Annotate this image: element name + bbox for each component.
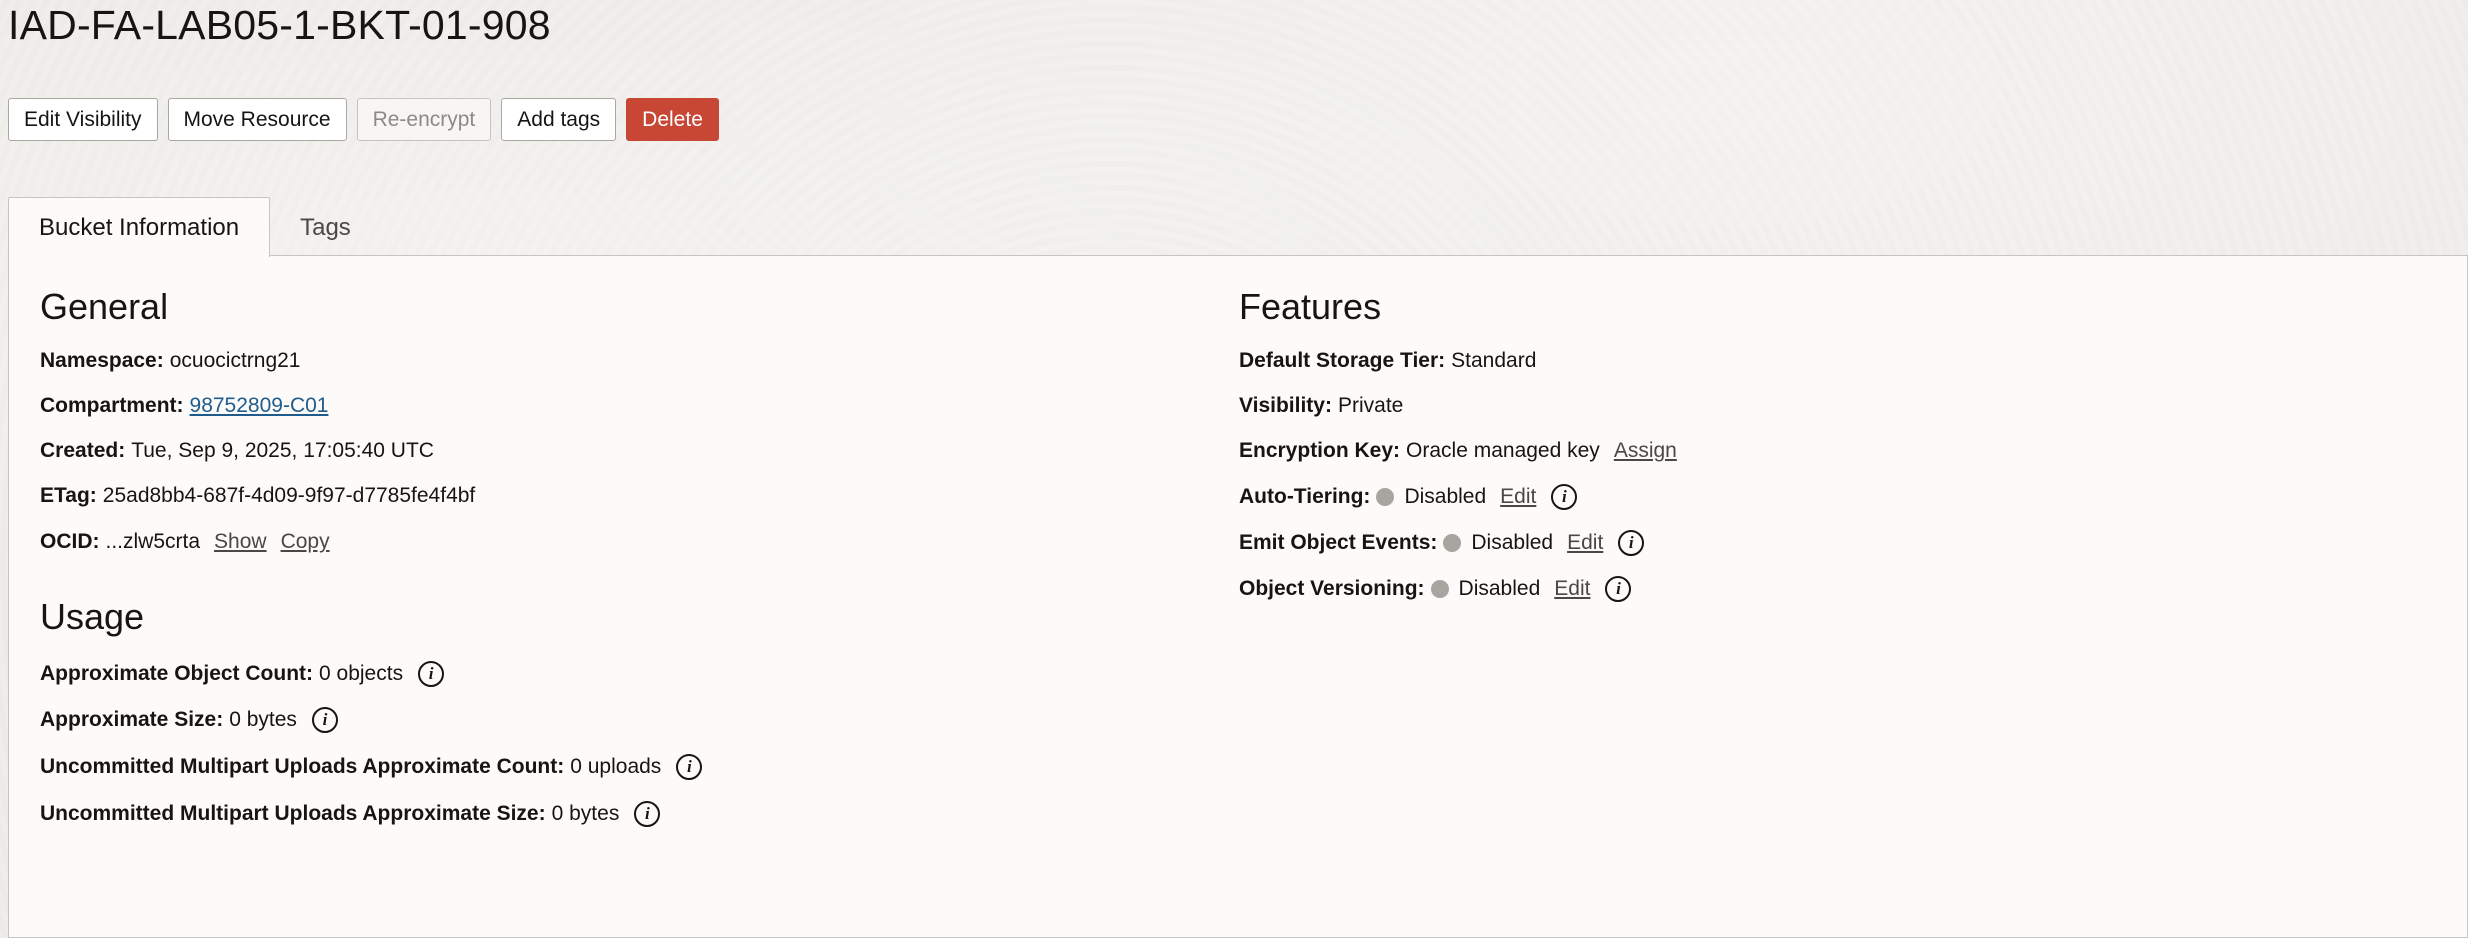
auto-tiering-info-icon[interactable]: i	[1551, 484, 1578, 510]
status-dot-icon	[1376, 488, 1395, 506]
compartment-row: Compartment: 98752809-C01	[40, 391, 328, 421]
approximate-size-row: Approximate Size: 0 bytes i	[40, 705, 338, 735]
auto-tiering-label: Auto-Tiering:	[1239, 485, 1371, 508]
object-count-info-icon[interactable]: i	[418, 661, 445, 687]
object-count-value: 0 objects	[319, 662, 404, 685]
edit-visibility-button[interactable]: Edit Visibility	[8, 98, 158, 141]
multipart-size-info-icon[interactable]: i	[634, 801, 661, 827]
multipart-size-label: Uncommitted Multipart Uploads Approximat…	[40, 802, 546, 825]
etag-row: ETag: 25ad8bb4-687f-4d09-9f97-d7785fe4f4…	[40, 481, 475, 511]
auto-tiering-row: Auto-Tiering: Disabled Edit i	[1239, 482, 1578, 512]
auto-tiering-value: Disabled	[1404, 485, 1487, 508]
created-value: Tue, Sep 9, 2025, 17:05:40 UTC	[131, 439, 434, 462]
action-toolbar: Edit Visibility Move Resource Re-encrypt…	[8, 98, 719, 141]
approximate-size-info-icon[interactable]: i	[311, 707, 338, 733]
storage-tier-label: Default Storage Tier:	[1239, 349, 1446, 372]
object-events-info-icon[interactable]: i	[1618, 530, 1645, 556]
compartment-link[interactable]: 98752809-C01	[190, 394, 329, 418]
status-dot-icon	[1430, 580, 1449, 598]
auto-tiering-edit-link[interactable]: Edit	[1500, 485, 1536, 509]
object-versioning-info-icon[interactable]: i	[1605, 576, 1632, 602]
ocid-show-link[interactable]: Show	[214, 530, 267, 554]
encryption-key-row: Encryption Key: Oracle managed key Assig…	[1239, 436, 1677, 466]
multipart-count-info-icon[interactable]: i	[676, 754, 703, 780]
object-versioning-row: Object Versioning: Disabled Edit i	[1239, 574, 1632, 604]
bucket-information-panel: General Namespace: ocuocictrng21 Compart…	[8, 255, 2468, 938]
etag-value: 25ad8bb4-687f-4d09-9f97-d7785fe4f4bf	[102, 484, 476, 507]
object-versioning-value: Disabled	[1458, 577, 1541, 600]
features-section: Features Default Storage Tier: Standard …	[1239, 286, 2389, 686]
ocid-row: OCID: ...zlw5crta Show Copy	[40, 527, 330, 557]
created-label: Created:	[40, 439, 126, 462]
delete-button[interactable]: Delete	[626, 98, 719, 141]
object-events-row: Emit Object Events: Disabled Edit i	[1239, 528, 1645, 558]
approximate-size-value: 0 bytes	[229, 708, 297, 731]
namespace-label: Namespace:	[40, 349, 164, 372]
multipart-count-row: Uncommitted Multipart Uploads Approximat…	[40, 752, 703, 782]
usage-heading: Usage	[40, 596, 145, 637]
ocid-value: ...zlw5crta	[105, 530, 201, 553]
multipart-size-row: Uncommitted Multipart Uploads Approximat…	[40, 799, 661, 829]
object-count-row: Approximate Object Count: 0 objects i	[40, 659, 445, 689]
ocid-label: OCID:	[40, 530, 100, 553]
page-title: IAD-FA-LAB05-1-BKT-01-908	[8, 2, 551, 48]
encryption-key-value: Oracle managed key	[1406, 439, 1600, 462]
tab-tags[interactable]: Tags	[270, 199, 381, 257]
namespace-row: Namespace: ocuocictrng21	[40, 346, 300, 376]
multipart-size-value: 0 bytes	[551, 802, 620, 825]
etag-label: ETag:	[40, 484, 97, 507]
features-heading: Features	[1239, 286, 1382, 327]
storage-tier-row: Default Storage Tier: Standard	[1239, 346, 1536, 376]
compartment-label: Compartment:	[40, 394, 184, 417]
add-tags-button[interactable]: Add tags	[501, 98, 617, 141]
visibility-label: Visibility:	[1239, 394, 1332, 417]
created-row: Created: Tue, Sep 9, 2025, 17:05:40 UTC	[40, 436, 434, 466]
multipart-count-value: 0 uploads	[570, 755, 662, 778]
general-heading: General	[40, 286, 169, 327]
general-section: General Namespace: ocuocictrng21 Compart…	[40, 286, 1190, 926]
object-events-edit-link[interactable]: Edit	[1567, 531, 1603, 555]
namespace-value: ocuocictrng21	[169, 349, 301, 372]
status-dot-icon	[1443, 534, 1462, 552]
encryption-assign-link[interactable]: Assign	[1614, 439, 1677, 463]
object-events-value: Disabled	[1471, 531, 1554, 554]
re-encrypt-button[interactable]: Re-encrypt	[356, 98, 492, 141]
ocid-copy-link[interactable]: Copy	[281, 530, 330, 554]
tab-bucket-information[interactable]: Bucket Information	[8, 197, 271, 257]
object-count-label: Approximate Object Count:	[40, 662, 314, 685]
visibility-value: Private	[1337, 394, 1404, 417]
tab-bar: Bucket Information Tags	[8, 197, 381, 257]
object-versioning-edit-link[interactable]: Edit	[1554, 577, 1590, 601]
storage-tier-value: Standard	[1451, 349, 1537, 372]
object-events-label: Emit Object Events:	[1239, 531, 1438, 554]
move-resource-button[interactable]: Move Resource	[167, 98, 347, 141]
visibility-row: Visibility: Private	[1239, 391, 1403, 421]
multipart-count-label: Uncommitted Multipart Uploads Approximat…	[40, 755, 565, 778]
encryption-key-label: Encryption Key:	[1239, 439, 1401, 462]
approximate-size-label: Approximate Size:	[40, 708, 224, 731]
object-versioning-label: Object Versioning:	[1239, 577, 1425, 600]
